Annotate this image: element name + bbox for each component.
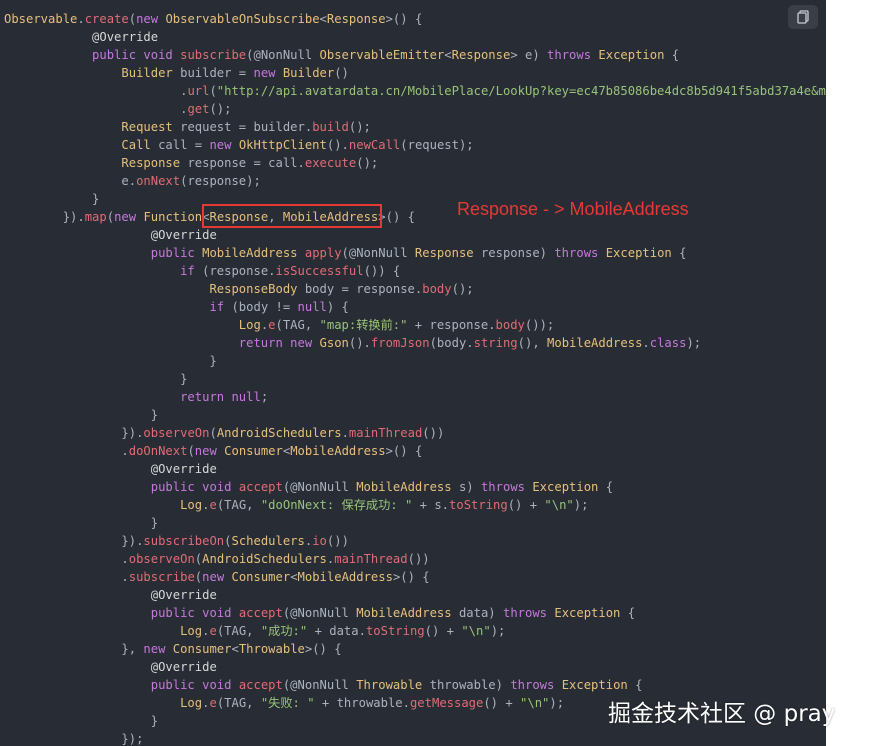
code-line: .subscribe(new Consumer<MobileAddress>()… (4, 570, 430, 584)
code-line: Log.e(TAG, "doOnNext: 保存成功: " + s.toStri… (4, 498, 589, 512)
page-margin (826, 0, 869, 746)
code-line: @Override (4, 660, 217, 674)
code-line: } (4, 372, 188, 386)
code-line: public void accept(@NonNull MobileAddres… (4, 480, 614, 494)
highlight-box (202, 204, 382, 228)
code-line: @Override (4, 462, 217, 476)
code-line: }).map(new Function<Response, MobileAddr… (4, 210, 415, 224)
code-line: @Override (4, 588, 217, 602)
code-line: return new Gson().fromJson(body.string()… (4, 336, 702, 350)
code-line: }, new Consumer<Throwable>() { (4, 642, 342, 656)
code-line: if (body != null) { (4, 300, 349, 314)
code-line: Request request = builder.build(); (4, 120, 371, 134)
code-line: @Override (4, 228, 217, 242)
annotation-label: Response - > MobileAddress (457, 199, 689, 219)
code-line: public void subscribe(@NonNull Observabl… (4, 48, 680, 62)
code-line: Call call = new OkHttpClient().newCall(r… (4, 138, 474, 152)
code-line: }).observeOn(AndroidSchedulers.mainThrea… (4, 426, 445, 440)
code-line: .doOnNext(new Consumer<MobileAddress>() … (4, 444, 423, 458)
watermark: 掘金技术社区 @ pray (608, 701, 836, 727)
code-line: ResponseBody body = response.body(); (4, 282, 474, 296)
code-line: } (4, 516, 159, 530)
code-line: }); (4, 732, 144, 746)
code-line: Log.e(TAG, "成功:" + data.toString() + "\n… (4, 624, 506, 638)
code-block: Observable.create(new ObservableOnSubscr… (0, 0, 826, 746)
code-line: } (4, 354, 217, 368)
code-line: public void accept(@NonNull MobileAddres… (4, 606, 636, 620)
code-line: } (4, 408, 159, 422)
code-line: e.onNext(response); (4, 174, 261, 188)
code-line: }).subscribeOn(Schedulers.io()) (4, 534, 349, 548)
code-line: Observable.create(new ObservableOnSubscr… (4, 12, 423, 26)
code-line: return null; (4, 390, 269, 404)
code-text: Observable.create(new ObservableOnSubscr… (4, 10, 826, 746)
copy-icon (797, 10, 809, 24)
code-line: .url("http://api.avatardata.cn/MobilePla… (4, 84, 826, 98)
code-line: Response response = call.execute(); (4, 156, 379, 170)
code-line: if (response.isSuccessful()) { (4, 264, 401, 278)
code-line: } (4, 192, 100, 206)
code-line: .observeOn(AndroidSchedulers.mainThread(… (4, 552, 430, 566)
code-line: public void accept(@NonNull Throwable th… (4, 678, 643, 692)
code-line: Log.e(TAG, "map:转换前:" + response.body())… (4, 318, 555, 332)
code-line: .get(); (4, 102, 232, 116)
code-line: @Override (4, 30, 159, 44)
code-line: Builder builder = new Builder() (4, 66, 349, 80)
code-line: public MobileAddress apply(@NonNull Resp… (4, 246, 687, 260)
copy-button[interactable] (788, 5, 818, 29)
